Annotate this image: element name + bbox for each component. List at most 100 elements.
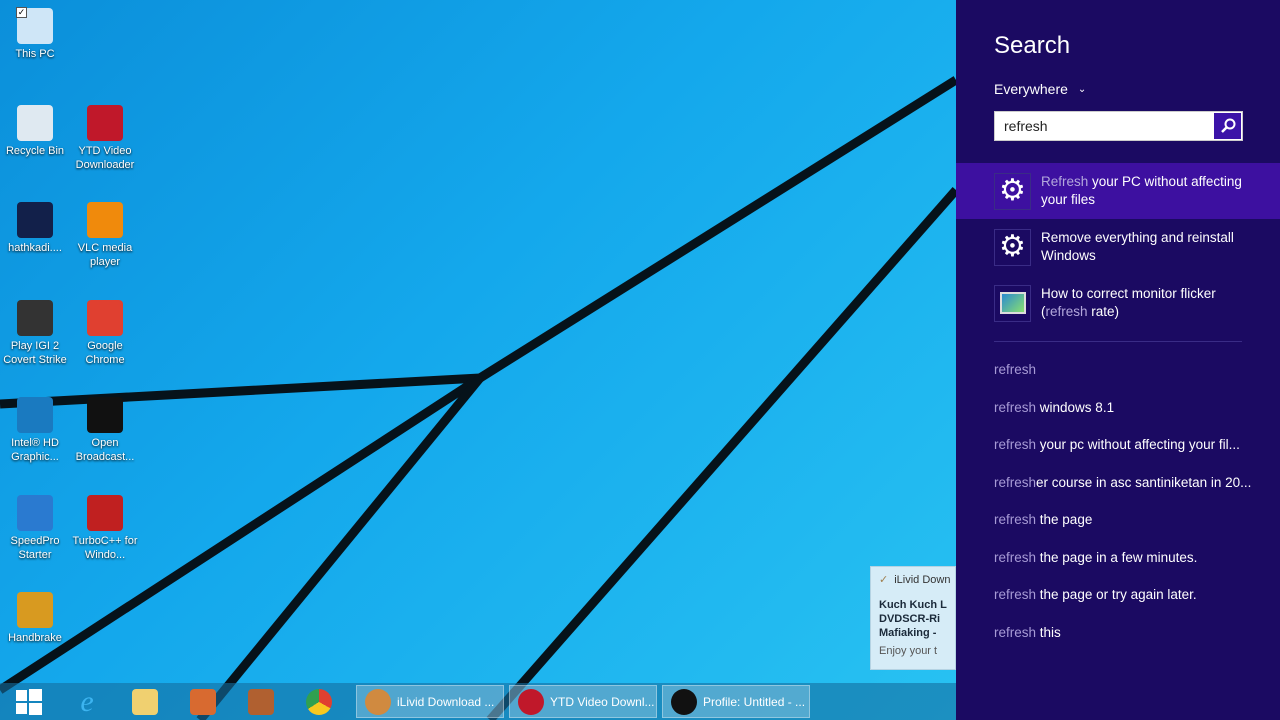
result-match: refresh — [1045, 304, 1088, 319]
desktop-icon[interactable]: Intel® HD Graphic... — [0, 397, 70, 464]
internet-explorer-icon: e — [80, 684, 94, 718]
search-suggestion[interactable]: refresher course in asc santiniketan in … — [994, 475, 1251, 490]
search-scope-dropdown[interactable]: Everywhere ⌄ — [994, 81, 1086, 97]
search-suggestion[interactable]: refresh the page — [994, 512, 1092, 527]
search-box — [994, 111, 1243, 141]
desktop-icon-label: SpeedPro Starter — [10, 535, 60, 561]
taskbar-window-label: iLivid Download ... — [397, 694, 495, 709]
search-button[interactable] — [1214, 113, 1241, 139]
desktop: This PC Recycle Bin YTD Video Downloader ha… — [0, 0, 956, 720]
suggestion-rest: windows 8.1 — [1036, 399, 1115, 415]
desktop-icon-label: hathkadi.... — [8, 242, 62, 254]
notification-line: Kuch Kuch L — [879, 599, 947, 611]
search-input[interactable] — [995, 112, 1213, 140]
suggestion-match: refresh — [994, 399, 1037, 415]
chrome-icon — [306, 688, 332, 715]
media-app-button[interactable] — [232, 683, 290, 720]
start-button[interactable] — [0, 683, 58, 720]
suggestion-match: refresh — [994, 512, 1037, 527]
suggestion-rest: your pc without affecting your fil... — [1036, 437, 1240, 452]
desktop-icon-label: Open Broadcast... — [75, 437, 135, 463]
app-icon — [17, 592, 53, 628]
checkbox-icon[interactable]: ✓ — [16, 7, 27, 18]
windows-logo-icon — [16, 688, 42, 715]
desktop-icon-label: Google Chrome — [85, 340, 125, 366]
file-explorer-button[interactable] — [116, 683, 174, 720]
result-text: How to correct monitor flicker (refresh … — [1041, 285, 1246, 321]
taskbar-window-button[interactable]: YTD Video Downl... — [509, 685, 657, 718]
result-text-part: rate) — [1087, 304, 1120, 319]
desktop-icon[interactable]: SpeedPro Starter — [0, 495, 70, 562]
result-match: Refresh — [1041, 174, 1089, 189]
desktop-icon[interactable]: YTD Video Downloader — [70, 105, 140, 172]
app-icon — [87, 300, 123, 336]
folder-icon — [132, 688, 158, 715]
suggestion-rest: the page or try again later. — [1036, 587, 1197, 602]
taskbar-window-button[interactable]: Profile: Untitled - ... — [662, 685, 810, 718]
taskbar-window-button[interactable]: iLivid Download ... — [356, 685, 504, 718]
scope-label: Everywhere — [994, 81, 1068, 97]
internet-explorer-button[interactable]: e — [58, 683, 116, 720]
suggestion-rest: the page in a few minutes. — [1036, 549, 1198, 565]
app-icon — [87, 495, 123, 531]
search-suggestion[interactable]: refresh your pc without affecting your f… — [994, 437, 1240, 452]
suggestion-match: refresh — [994, 437, 1037, 452]
desktop-icon[interactable]: Handbrake — [0, 592, 70, 645]
chrome-button[interactable] — [290, 683, 348, 720]
taskbar-window-label: YTD Video Downl... — [550, 694, 655, 709]
separator — [994, 341, 1242, 342]
suggestion-rest: this — [1036, 624, 1061, 640]
chevron-down-icon: ⌄ — [1077, 83, 1087, 95]
app-icon — [17, 300, 53, 336]
desktop-icon[interactable]: TurboC++ for Windo... — [70, 495, 140, 562]
wallpaper-lines — [0, 76, 956, 720]
desktop-icon[interactable]: VLC media player — [70, 202, 140, 269]
media-icon — [248, 688, 274, 715]
search-suggestion[interactable]: refresh the page in a few minutes. — [994, 550, 1197, 565]
desktop-icon[interactable]: Play IGI 2 Covert Strike — [0, 300, 70, 367]
result-text: Refresh your PC without affecting your f… — [1041, 173, 1246, 209]
notification-footer: Enjoy your t — [879, 645, 938, 657]
search-suggestion[interactable]: refresh this — [994, 625, 1061, 640]
search-result[interactable]: ⚙ Remove everything and reinstall Windows — [956, 219, 1280, 275]
desktop-icon-label: VLC media player — [77, 242, 133, 268]
notification-line: DVDSCR-Ri — [879, 613, 941, 625]
suggestion-match: refresh — [994, 549, 1037, 565]
download-notification[interactable]: ✓ iLivid Down Kuch Kuch L DVDSCR-Ri Mafia… — [870, 566, 956, 670]
search-result[interactable]: ⚙ Refresh your PC without affecting your … — [956, 163, 1280, 219]
desktop-icon[interactable]: Recycle Bin — [0, 105, 70, 158]
search-suggestion[interactable]: refresh — [994, 362, 1036, 377]
desktop-icon[interactable]: Google Chrome — [70, 300, 140, 367]
desktop-icon-label: This PC — [15, 48, 55, 60]
desktop-icon[interactable]: hathkadi.... — [0, 202, 70, 255]
suggestion-rest: the page — [1036, 512, 1093, 527]
settings-gear-icon: ⚙ — [994, 228, 1031, 266]
desktop-icon-label: Recycle Bin — [5, 145, 65, 157]
search-charm: Search Everywhere ⌄ ⚙ Refresh your PC with… — [956, 0, 1280, 720]
window-app-icon — [671, 688, 697, 715]
desktop-icon-label: YTD Video Downloader — [75, 145, 135, 171]
app-icon — [17, 397, 53, 433]
suggestion-rest: er course in asc santiniketan in 20... — [1036, 474, 1252, 490]
search-result[interactable]: How to correct monitor flicker (refresh … — [956, 275, 1280, 331]
desktop-icon[interactable]: Open Broadcast... — [70, 397, 140, 464]
search-title: Search — [994, 32, 1071, 59]
window-app-icon — [365, 688, 391, 715]
settings-gear-icon: ⚙ — [994, 172, 1031, 210]
app-icon — [17, 495, 53, 531]
window-app-icon — [518, 688, 544, 715]
app-icon — [87, 105, 123, 141]
notification-app: iLivid Down — [894, 573, 951, 586]
taskbar-window-label: Profile: Untitled - ... — [703, 694, 806, 709]
desktop-icon[interactable]: This PC — [0, 8, 70, 61]
search-suggestion[interactable]: refresh the page or try again later. — [994, 587, 1197, 602]
app-button[interactable] — [174, 683, 232, 720]
search-suggestion[interactable]: refresh windows 8.1 — [994, 400, 1114, 415]
ilivid-icon: ✓ — [879, 574, 889, 586]
app-icon — [190, 688, 216, 715]
suggestion-match: refresh — [994, 362, 1037, 377]
search-icon — [1220, 118, 1235, 133]
desktop-icon-label: TurboC++ for Windo... — [72, 535, 138, 561]
app-icon — [17, 105, 53, 141]
suggestion-match: refresh — [994, 587, 1037, 602]
